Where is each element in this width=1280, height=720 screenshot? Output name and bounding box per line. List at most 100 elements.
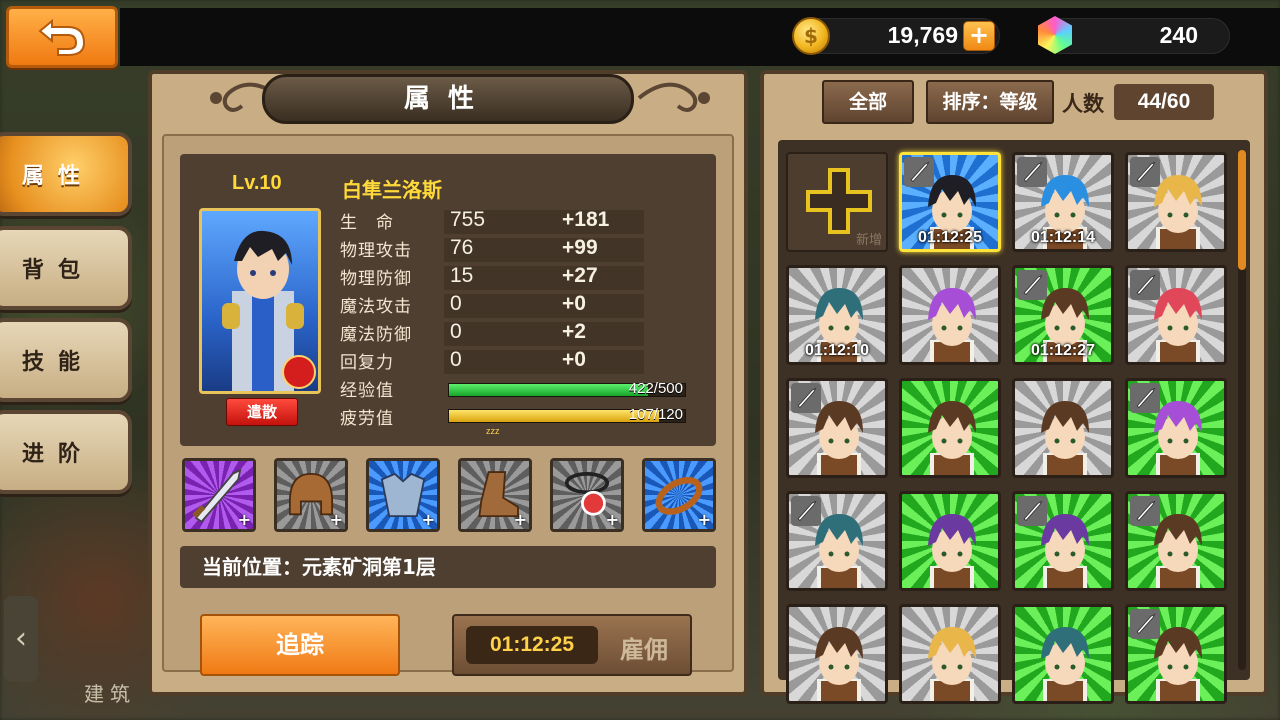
hero-class-sword-icon (282, 355, 316, 389)
stat-base: 0 (450, 320, 462, 343)
hero-card-timer: 01:12:27 (1030, 342, 1096, 359)
hero-name: 白隼󠄀兰洛斯 (342, 178, 442, 202)
sort-button[interactable]: 排序：等级 (926, 80, 1054, 124)
stat-bonus: +0 (562, 348, 586, 371)
hero-card-timer: 01:12:14 (1030, 229, 1096, 246)
stat-row-phys-atk: 物理攻击 76 +99 (340, 236, 650, 262)
hero-card[interactable] (1125, 152, 1227, 252)
filter-all-button[interactable]: 全部 (822, 80, 914, 124)
hero-card[interactable] (899, 378, 1001, 478)
stat-base: 0 (450, 348, 462, 371)
hero-card[interactable] (786, 491, 888, 591)
sword-class-icon (1130, 609, 1160, 639)
scrollbar-thumb[interactable] (1238, 150, 1246, 270)
tab-attributes[interactable]: 属性 (0, 132, 132, 216)
equip-slot-helmet[interactable]: + (274, 458, 348, 532)
stat-label: 魔法攻击 (340, 297, 412, 317)
stat-bonus: +2 (562, 320, 586, 343)
hero-card[interactable] (1012, 604, 1114, 704)
stat-base: 15 (450, 264, 474, 287)
hero-card[interactable] (1012, 491, 1114, 591)
equip-plus: + (697, 510, 711, 529)
coin-amount: 19,769 (887, 22, 958, 48)
hero-card[interactable] (899, 491, 1001, 591)
tab-advance[interactable]: 进阶 (0, 410, 132, 494)
back-button[interactable] (6, 6, 118, 68)
hero-card[interactable] (1012, 378, 1114, 478)
equip-slot-armor[interactable]: + (366, 458, 440, 532)
hero-card[interactable] (899, 604, 1001, 704)
hero-card[interactable] (899, 265, 1001, 365)
stat-label: 回复力 (340, 353, 394, 373)
equip-plus: + (513, 510, 527, 529)
hero-card[interactable] (1125, 491, 1227, 591)
hero-card[interactable]: 01:12:10 (786, 265, 888, 365)
hero-card[interactable]: 01:12:27 (1012, 265, 1114, 365)
tab-label: 进阶 (22, 442, 95, 467)
hero-level: Lv.10 (232, 172, 282, 194)
hero-avatar-icon (928, 514, 976, 588)
fatigue-label: 疲劳值 (340, 409, 394, 429)
fatigue-text: 107/120 (628, 406, 683, 423)
equip-slot-weapon[interactable]: + (182, 458, 256, 532)
hero-card[interactable]: 01:12:14 (1012, 152, 1114, 252)
sword-class-icon (1017, 496, 1047, 526)
hero-card[interactable] (1125, 604, 1227, 704)
tab-skills[interactable]: 技能 (0, 318, 132, 402)
hire-button[interactable]: 01:12:25 雇佣 (452, 614, 692, 676)
hero-avatar-icon (928, 627, 976, 701)
stat-bonus: +99 (562, 236, 598, 259)
equip-plus: + (329, 510, 343, 529)
dismiss-button[interactable]: 遣散 (226, 398, 298, 426)
equip-slot-amulet[interactable]: + (550, 458, 624, 532)
sword-class-icon (1130, 270, 1160, 300)
coin-icon: $ (792, 17, 830, 55)
build-label: 建筑 (84, 682, 136, 706)
exp-bar-fill (449, 384, 649, 396)
add-hero-button[interactable]: 新增 (786, 152, 888, 252)
hero-card[interactable]: 01:12:25 (899, 152, 1001, 252)
add-hero-label: 新增 (855, 233, 882, 248)
panel-title: 属性 (262, 74, 634, 124)
stat-band (444, 294, 644, 318)
stat-label: 魔法防御 (340, 325, 412, 345)
roster-scrollbar[interactable] (1238, 150, 1246, 670)
stat-base: 755 (450, 208, 486, 231)
stat-band (444, 322, 644, 346)
scroll-left-button[interactable]: ‹ (4, 596, 38, 682)
hero-card[interactable] (786, 378, 888, 478)
tab-backpack[interactable]: 背包 (0, 226, 132, 310)
tab-label: 背包 (22, 258, 95, 283)
sword-class-icon (791, 496, 821, 526)
hero-card[interactable] (1125, 378, 1227, 478)
roster-count-value: 44/60 (1114, 84, 1214, 120)
sword-class-icon (904, 157, 934, 187)
stat-label: 生 命 (340, 213, 394, 233)
equip-slot-ring[interactable]: + (642, 458, 716, 532)
hero-avatar-icon (928, 401, 976, 475)
track-button[interactable]: 追踪 (200, 614, 400, 676)
stat-bonus: +27 (562, 264, 598, 287)
stat-bonus: +181 (562, 208, 610, 231)
stat-row-hp: 生 命 755 +181 (340, 208, 650, 234)
stat-band (444, 266, 644, 290)
plus-icon (806, 168, 872, 234)
stat-band (444, 238, 644, 262)
hero-portrait (199, 208, 321, 394)
back-arrow-icon (38, 18, 86, 56)
buy-coins-button[interactable]: + (963, 21, 995, 51)
tab-label: 属性 (22, 164, 95, 189)
equip-plus: + (237, 510, 251, 529)
hero-avatar-icon (928, 288, 976, 362)
hero-card-timer: 01:12:10 (804, 342, 870, 359)
sword-class-icon (1017, 270, 1047, 300)
sword-class-icon (1130, 383, 1160, 413)
stat-base: 0 (450, 292, 462, 315)
stat-row-phys-def: 物理防御 15 +27 (340, 264, 650, 290)
hero-card[interactable] (1125, 265, 1227, 365)
equip-slot-boots[interactable]: + (458, 458, 532, 532)
sword-class-icon (1130, 157, 1160, 187)
hero-card[interactable] (786, 604, 888, 704)
hero-card-timer: 01:12:25 (917, 229, 983, 246)
stat-label: 物理防御 (340, 269, 412, 289)
